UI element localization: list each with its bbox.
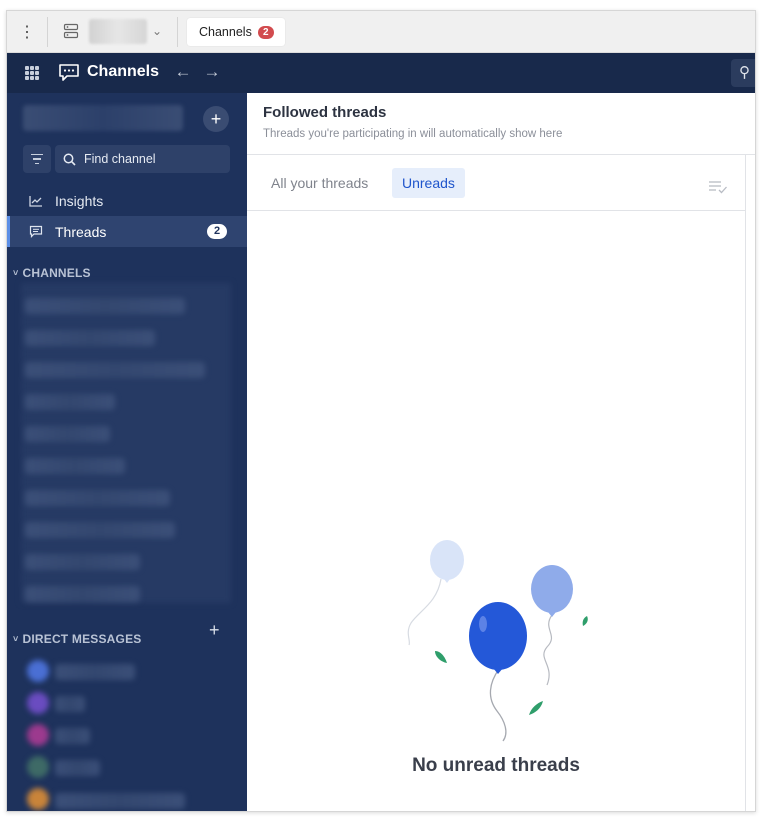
tab-channels[interactable]: Channels 2: [187, 18, 285, 46]
chevron-down-icon: ˅: [13, 268, 19, 278]
channel-sidebar: + Find channel Insights Threads 2 ˅ CHAN…: [7, 93, 247, 811]
threads-pane: Followed threads Threads you're particip…: [247, 93, 755, 811]
section-label: DIRECT MESSAGES: [22, 632, 142, 646]
find-channel-label: Find channel: [84, 152, 156, 166]
message-text-icon: [29, 225, 43, 238]
back-arrow-icon[interactable]: ←: [173, 62, 193, 82]
search-icon[interactable]: ⚲: [731, 59, 755, 87]
balloons-illustration: [407, 540, 588, 742]
mark-all-read-icon[interactable]: [708, 180, 728, 194]
filter-button[interactable]: [23, 145, 51, 173]
list-item[interactable]: [55, 793, 185, 809]
tab-mention-badge: 2: [257, 25, 274, 39]
page-subtitle: Threads you're participating in will aut…: [263, 128, 563, 140]
direct-messages-section-header[interactable]: ˅ DIRECT MESSAGES: [13, 632, 141, 646]
list-item[interactable]: [25, 490, 170, 506]
avatar: [27, 788, 49, 810]
avatar: [27, 692, 49, 714]
tab-label: Channels: [199, 25, 252, 39]
server-name-redacted[interactable]: [89, 19, 147, 44]
list-item[interactable]: [25, 522, 175, 538]
more-options-icon[interactable]: ⋮: [19, 23, 35, 41]
chart-line-icon: [29, 195, 42, 207]
list-item[interactable]: [25, 330, 155, 346]
global-header: Channels ← → ⚲: [7, 53, 755, 93]
list-item[interactable]: [55, 760, 100, 776]
tab-all-threads[interactable]: All your threads: [261, 168, 378, 198]
app-window: ⋮ ⌄ Channels 2 Channels ← → ⚲ + Find cha…: [6, 10, 756, 812]
add-icon[interactable]: +: [203, 106, 229, 132]
divider: [47, 17, 48, 47]
list-item[interactable]: [25, 458, 125, 474]
tab-unreads[interactable]: Unreads: [392, 168, 465, 198]
team-name-redacted[interactable]: [23, 105, 183, 131]
list-item[interactable]: [25, 586, 140, 602]
avatar: [27, 756, 49, 778]
page-title: Followed threads: [263, 104, 387, 121]
sidebar-item-label: Insights: [55, 192, 104, 209]
list-item[interactable]: [25, 394, 115, 410]
thread-filter-tabs: All your threads Unreads: [247, 155, 745, 211]
list-item[interactable]: [25, 298, 185, 314]
server-icon[interactable]: [63, 23, 79, 39]
channels-product-icon: [59, 64, 79, 81]
list-item[interactable]: [25, 554, 140, 570]
find-channel-button[interactable]: Find channel: [55, 145, 230, 173]
avatar: [27, 660, 49, 682]
channels-section-header[interactable]: ˅ CHANNELS: [13, 266, 91, 280]
sidebar-item-label: Threads: [55, 223, 107, 240]
list-item[interactable]: [25, 362, 205, 378]
product-menu-icon[interactable]: [25, 66, 39, 80]
tab-strip: ⋮ ⌄ Channels 2: [7, 11, 755, 53]
chevron-down-icon: ˅: [13, 634, 19, 644]
avatar: [27, 724, 49, 746]
forward-arrow-icon[interactable]: →: [202, 62, 222, 82]
divider: [745, 155, 746, 811]
chevron-down-icon[interactable]: ⌄: [152, 24, 162, 38]
sidebar-item-insights[interactable]: Insights: [7, 185, 247, 216]
unread-count-badge: 2: [207, 224, 227, 239]
add-icon[interactable]: +: [209, 620, 220, 641]
list-item[interactable]: [55, 696, 85, 712]
product-title: Channels: [87, 63, 160, 80]
divider: [177, 17, 178, 47]
list-item[interactable]: [55, 728, 90, 744]
empty-state-title: No unread threads: [412, 755, 580, 776]
sidebar-item-threads[interactable]: Threads 2: [7, 216, 247, 247]
search-icon: [63, 153, 76, 166]
list-item[interactable]: [25, 426, 110, 442]
section-label: CHANNELS: [22, 266, 91, 280]
list-item[interactable]: [55, 664, 135, 680]
